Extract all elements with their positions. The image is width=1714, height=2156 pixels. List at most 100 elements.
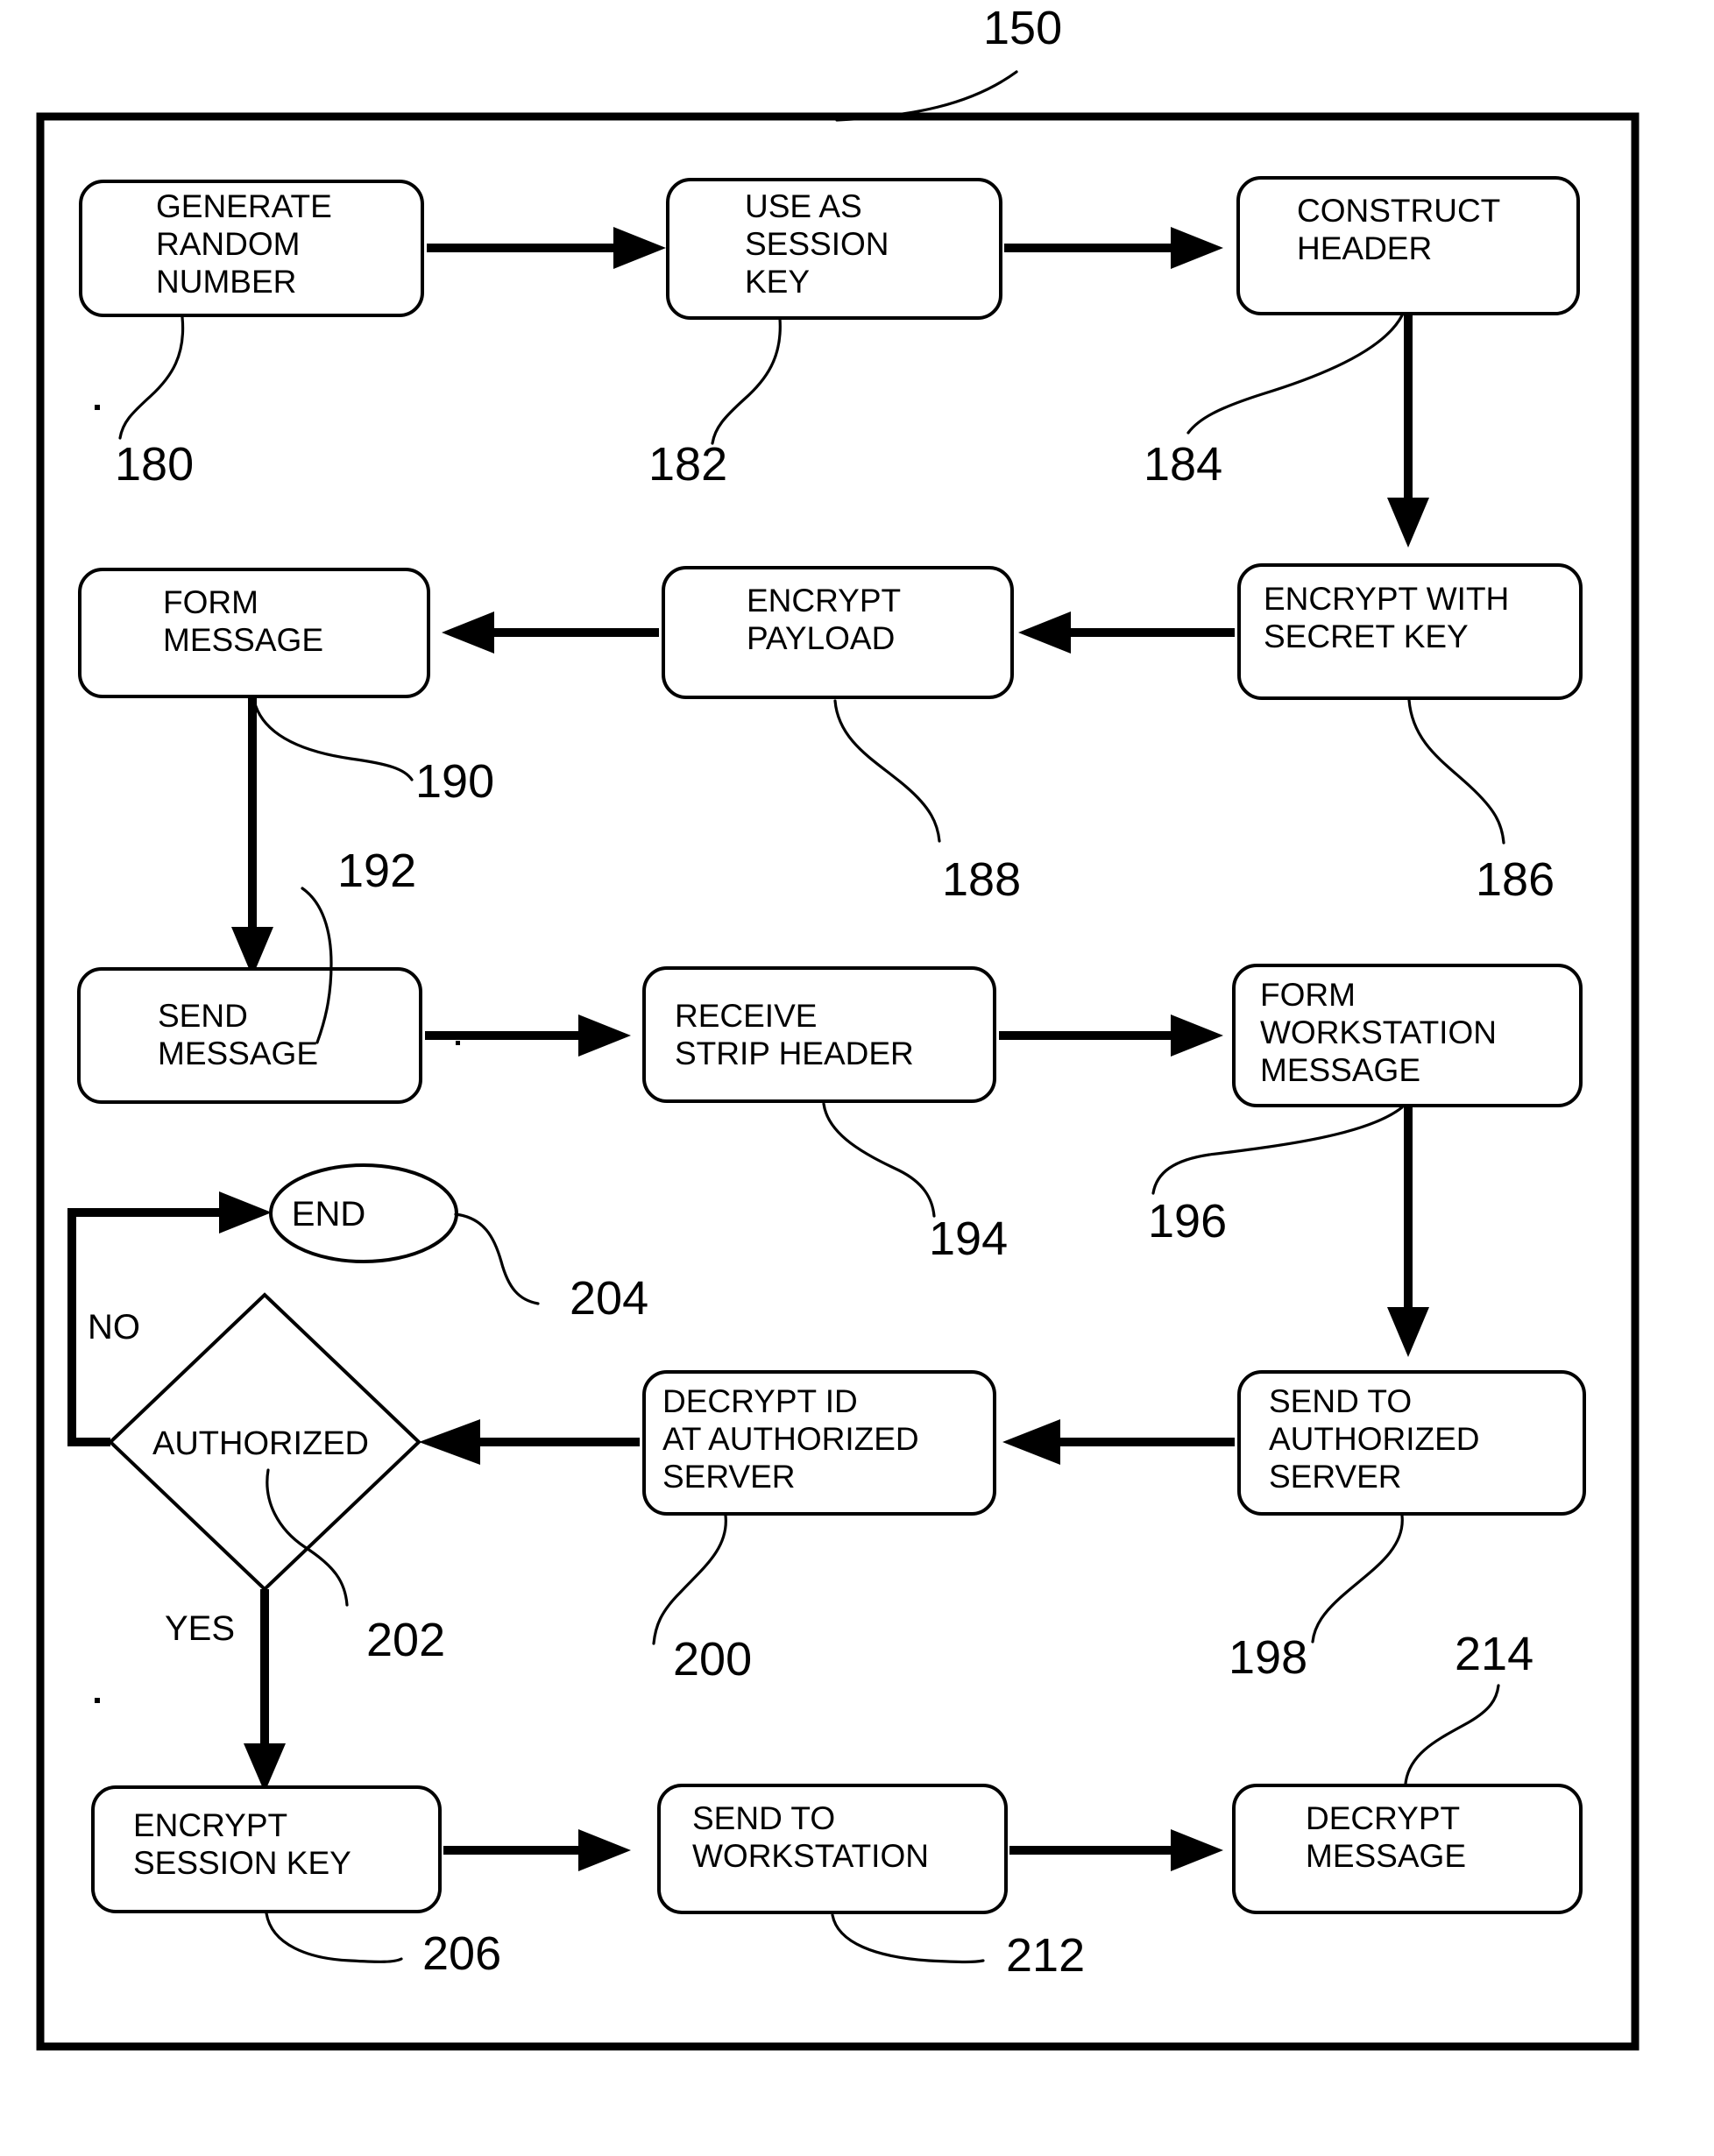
scan-speck xyxy=(95,1698,100,1703)
node-send-to-workstation[interactable]: SEND TO WORKSTATION xyxy=(657,1784,1008,1914)
leader-line-214 xyxy=(1404,1684,1500,1785)
ref-number-150: 150 xyxy=(983,2,1062,54)
leader-line-180 xyxy=(118,315,185,440)
node-use-as-session-key[interactable]: USE AS SESSION KEY xyxy=(666,178,1002,320)
node-end-terminator[interactable]: END xyxy=(269,1163,458,1263)
decision-label: AUTHORIZED xyxy=(152,1425,369,1462)
node-encrypt-with-secret-key[interactable]: ENCRYPT WITH SECRET KEY xyxy=(1237,563,1583,700)
arrow-182-to-184 xyxy=(1004,227,1223,269)
node-line-0: DECRYPT ID xyxy=(662,1383,858,1419)
node-line-1: SESSION xyxy=(745,226,889,262)
ref-number-204: 204 xyxy=(570,1272,648,1325)
node-line-1: AT AUTHORIZED xyxy=(662,1421,919,1457)
node-line-2: SERVER xyxy=(1269,1459,1402,1495)
ref-number-198: 198 xyxy=(1229,1631,1307,1684)
node-send-message[interactable]: SEND MESSAGE xyxy=(77,967,422,1104)
scan-speck xyxy=(456,1041,460,1045)
ref-number-188: 188 xyxy=(942,853,1021,906)
leader-line-184 xyxy=(1186,314,1404,435)
ref-number-214: 214 xyxy=(1455,1628,1533,1680)
leader-line-188 xyxy=(833,699,941,843)
branch-label-yes: YES xyxy=(165,1609,235,1648)
node-line-2: MESSAGE xyxy=(1260,1052,1420,1088)
ref-number-186: 186 xyxy=(1476,853,1555,906)
leader-line-190 xyxy=(252,699,414,781)
arrow-190-to-192 xyxy=(231,696,273,977)
terminator-label: END xyxy=(292,1195,365,1234)
leader-line-206 xyxy=(265,1912,403,1963)
node-line-1: STRIP HEADER xyxy=(675,1036,914,1071)
node-line-1: SESSION KEY xyxy=(133,1845,351,1881)
node-line-0: SEND TO xyxy=(692,1800,835,1836)
node-line-0: GENERATE xyxy=(156,188,332,224)
node-line-0: SEND xyxy=(158,998,248,1034)
node-line-0: USE AS xyxy=(745,188,862,224)
node-line-2: NUMBER xyxy=(156,264,296,300)
leader-line-200 xyxy=(652,1514,727,1645)
node-box xyxy=(642,966,996,1103)
arrow-200-to-202 xyxy=(419,1419,640,1465)
node-encrypt-payload[interactable]: ENCRYPT PAYLOAD xyxy=(662,566,1014,699)
ref-number-206: 206 xyxy=(422,1927,501,1980)
node-line-0: DECRYPT xyxy=(1306,1800,1460,1836)
ref-number-200: 200 xyxy=(673,1633,752,1686)
node-line-0: FORM xyxy=(163,584,259,620)
node-line-0: ENCRYPT xyxy=(747,583,901,619)
node-form-message[interactable]: FORM MESSAGE xyxy=(78,568,430,698)
node-line-0: SEND TO xyxy=(1269,1383,1412,1419)
arrow-192-to-194 xyxy=(425,1014,631,1057)
leader-line-212 xyxy=(831,1913,985,1964)
node-line-2: KEY xyxy=(745,264,810,300)
arrow-188-to-190 xyxy=(442,611,659,654)
leader-line-194 xyxy=(822,1102,936,1218)
node-line-1: MESSAGE xyxy=(158,1036,318,1071)
node-line-0: ENCRYPT xyxy=(133,1807,287,1843)
leader-line-186 xyxy=(1407,698,1505,845)
arrow-194-to-196 xyxy=(999,1014,1223,1057)
node-authorized-decision[interactable]: AUTHORIZED xyxy=(108,1292,421,1592)
node-line-1: MESSAGE xyxy=(1306,1838,1466,1874)
node-encrypt-session-key[interactable]: ENCRYPT SESSION KEY xyxy=(91,1785,442,1913)
node-line-0: CONSTRUCT xyxy=(1297,193,1500,229)
ref-number-180: 180 xyxy=(115,438,194,491)
ref-number-182: 182 xyxy=(648,438,727,491)
node-line-1: AUTHORIZED xyxy=(1269,1421,1480,1457)
node-line-1: RANDOM xyxy=(156,226,300,262)
node-line-1: WORKSTATION xyxy=(1260,1014,1497,1050)
arrow-196-to-198 xyxy=(1387,1106,1429,1357)
scan-speck xyxy=(95,405,100,410)
ref-number-184: 184 xyxy=(1144,438,1222,491)
arrow-180-to-182 xyxy=(427,227,666,269)
node-line-0: RECEIVE xyxy=(675,998,817,1034)
node-receive-strip-header[interactable]: RECEIVE STRIP HEADER xyxy=(642,966,996,1103)
node-line-1: MESSAGE xyxy=(163,622,323,658)
ref-number-194: 194 xyxy=(929,1212,1008,1265)
arrow-184-to-186 xyxy=(1387,315,1429,548)
ref-number-212: 212 xyxy=(1006,1929,1085,1982)
node-decrypt-message[interactable]: DECRYPT MESSAGE xyxy=(1232,1784,1583,1914)
node-form-workstation-message[interactable]: FORM WORKSTATION MESSAGE xyxy=(1232,964,1583,1107)
node-send-to-authorized-server[interactable]: SEND TO AUTHORIZED SERVER xyxy=(1237,1370,1586,1516)
node-generate-random-number[interactable]: GENERATE RANDOM NUMBER xyxy=(79,180,424,317)
flowchart-svg: GENERATE RANDOM NUMBER 180 USE AS SESSIO… xyxy=(36,2,1640,2051)
node-line-1: PAYLOAD xyxy=(747,620,895,656)
node-construct-header[interactable]: CONSTRUCT HEADER xyxy=(1236,176,1580,315)
ref-number-196: 196 xyxy=(1148,1195,1227,1248)
flow-yes-branch xyxy=(244,1589,286,1792)
ref-number-190: 190 xyxy=(415,755,494,808)
ref-number-202: 202 xyxy=(366,1614,445,1666)
node-line-1: WORKSTATION xyxy=(692,1838,929,1874)
node-line-0: FORM xyxy=(1260,977,1356,1013)
arrow-186-to-188 xyxy=(1018,611,1235,654)
leader-line-182 xyxy=(711,317,782,445)
patent-figure-page: GENERATE RANDOM NUMBER 180 USE AS SESSIO… xyxy=(0,0,1714,2156)
ref-number-192: 192 xyxy=(337,845,416,897)
node-decrypt-id-at-authorized-server[interactable]: DECRYPT ID AT AUTHORIZED SERVER xyxy=(642,1370,996,1516)
node-line-0: ENCRYPT WITH xyxy=(1264,581,1509,617)
leader-line-196 xyxy=(1151,1106,1404,1195)
arrow-212-to-214 xyxy=(1009,1829,1223,1871)
branch-label-no: NO xyxy=(88,1308,140,1347)
arrow-206-to-212 xyxy=(443,1829,631,1871)
node-line-1: SECRET KEY xyxy=(1264,619,1469,654)
leader-line-204 xyxy=(454,1212,540,1305)
